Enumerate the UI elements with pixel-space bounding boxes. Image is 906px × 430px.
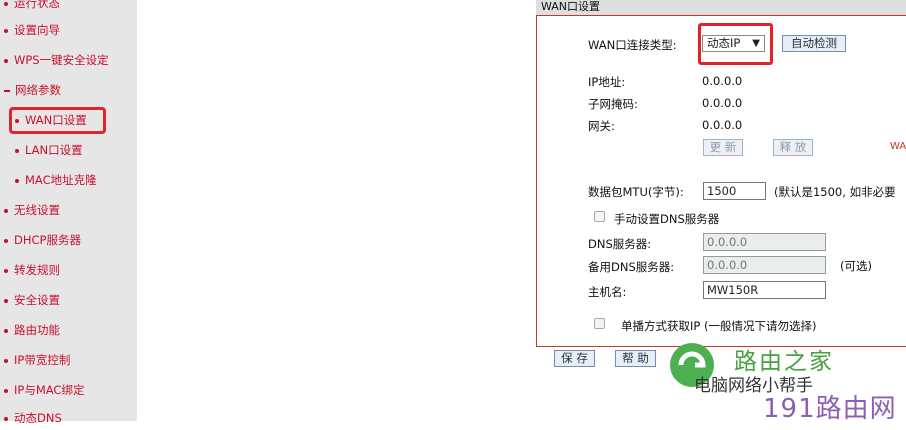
menu-bandwidth[interactable]: IP带宽控制 xyxy=(0,348,141,372)
bullet-icon xyxy=(4,208,8,213)
gateway-label: 网关: xyxy=(588,119,615,133)
bullet-icon xyxy=(4,358,8,363)
menu-running-status[interactable]: 运行状态 xyxy=(0,0,141,15)
optional-label: (可选) xyxy=(840,259,872,273)
sidebar: 运行状态 设置向导 WPS一键安全设定 网络参数 WAN口设置 LAN口设置 M… xyxy=(0,0,137,425)
highlight-box xyxy=(698,23,773,65)
bullet-icon xyxy=(4,238,8,243)
menu-network-params[interactable]: 网络参数 xyxy=(0,78,141,102)
mtu-input[interactable]: 1500 xyxy=(703,182,766,200)
host-label: 主机名: xyxy=(588,285,627,299)
menu-routing[interactable]: 路由功能 xyxy=(0,318,141,342)
manual-dns-checkbox[interactable] xyxy=(594,211,605,222)
bullet-icon xyxy=(4,1,8,6)
ip-value: 0.0.0.0 xyxy=(702,74,743,88)
renew-button[interactable]: 更 新 xyxy=(703,139,743,156)
menu-ip-mac-bind[interactable]: IP与MAC绑定 xyxy=(0,378,141,402)
host-input[interactable]: MW150R xyxy=(703,281,826,299)
mtu-hint: (默认是1500, 如非必要 xyxy=(774,185,896,199)
collapse-icon xyxy=(4,89,10,92)
menu-wireless[interactable]: 无线设置 xyxy=(0,198,141,222)
bullet-icon xyxy=(4,388,8,393)
mask-label: 子网掩码: xyxy=(588,97,638,111)
wan-status-cut: WAI xyxy=(890,141,906,152)
bullet-icon xyxy=(4,298,8,303)
menu-wps[interactable]: WPS一键安全设定 xyxy=(0,48,141,72)
menu-mac-clone[interactable]: MAC地址克隆 xyxy=(0,168,152,192)
dns2-input[interactable]: 0.0.0.0 xyxy=(703,256,826,274)
bullet-icon xyxy=(4,268,8,273)
panel-title: WAN口设置 xyxy=(541,0,601,13)
bullet-icon xyxy=(4,416,8,421)
bullet-icon xyxy=(4,58,8,63)
menu-ddns[interactable]: 动态DNS xyxy=(0,406,141,430)
ip-label: IP地址: xyxy=(588,75,626,89)
auto-detect-button[interactable]: 自动检测 xyxy=(782,35,846,52)
help-button[interactable]: 帮 助 xyxy=(615,350,656,367)
dns2-label: 备用DNS服务器: xyxy=(588,260,675,274)
dns-label: DNS服务器: xyxy=(588,237,652,251)
mtu-label: 数据包MTU(字节): xyxy=(588,185,684,199)
manual-dns-label: 手动设置DNS服务器 xyxy=(614,212,720,226)
bullet-icon xyxy=(4,328,8,333)
save-button[interactable]: 保 存 xyxy=(554,350,595,367)
release-button[interactable]: 释 放 xyxy=(773,139,813,156)
menu-lan-settings[interactable]: LAN口设置 xyxy=(0,138,152,162)
conn-type-label: WAN口连接类型: xyxy=(588,38,677,52)
menu-setup-wizard[interactable]: 设置向导 xyxy=(0,18,141,42)
bullet-icon xyxy=(4,28,8,33)
highlight-box xyxy=(9,107,106,134)
bullet-icon xyxy=(15,178,19,183)
bullet-icon xyxy=(15,148,19,153)
menu-forwarding[interactable]: 转发规则 xyxy=(0,258,141,282)
watermark-brand: 191路由网 xyxy=(763,394,897,424)
unicast-checkbox[interactable] xyxy=(594,318,605,329)
dns-input[interactable]: 0.0.0.0 xyxy=(703,233,826,251)
mask-value: 0.0.0.0 xyxy=(702,96,743,110)
gateway-value: 0.0.0.0 xyxy=(702,118,743,132)
unicast-label: 单播方式获取IP (一般情况下请勿选择) xyxy=(621,319,817,333)
menu-dhcp[interactable]: DHCP服务器 xyxy=(0,228,141,252)
menu-security[interactable]: 安全设置 xyxy=(0,288,141,312)
